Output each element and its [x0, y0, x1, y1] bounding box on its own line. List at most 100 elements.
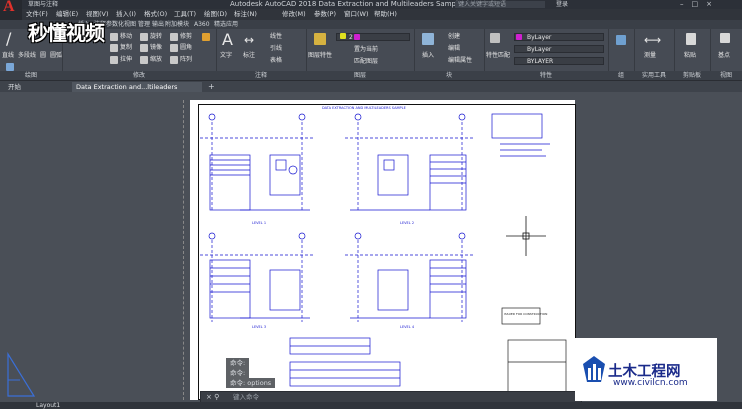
panel-layers-label[interactable]: 图层	[306, 71, 414, 80]
tool-text[interactable]: 文字	[220, 52, 232, 60]
measure-icon[interactable]: ⟷	[644, 32, 661, 48]
tool-leader[interactable]: 引线	[270, 45, 282, 53]
panel-draw-label[interactable]: 绘图	[0, 71, 62, 80]
tab-addins[interactable]: 附加模块	[165, 20, 189, 29]
tool-paste[interactable]: 粘贴	[684, 52, 696, 60]
notes-box	[491, 113, 543, 139]
tool-stretch[interactable]: 拉伸	[120, 56, 132, 64]
fillet-icon[interactable]	[170, 44, 178, 52]
panel-utilities-label[interactable]: 实用工具	[634, 71, 674, 80]
stretch-icon[interactable]	[110, 56, 118, 64]
panel-groups-label[interactable]: 组	[608, 71, 634, 80]
tool-match-layer[interactable]: 匹配图层	[354, 58, 378, 66]
tool-edit-attributes[interactable]: 编辑属性	[448, 57, 472, 65]
menu-insert[interactable]: 插入(I)	[116, 9, 136, 20]
menu-window[interactable]: 窗口(W)	[344, 9, 369, 20]
tool-move[interactable]: 移动	[120, 33, 132, 41]
tool-mirror[interactable]: 镜像	[150, 44, 162, 52]
tool-fillet[interactable]: 圆角	[180, 44, 192, 52]
tab-layout1[interactable]: Layout1	[36, 402, 60, 409]
layer-dropdown[interactable]: 2	[336, 33, 410, 41]
panel-layers: 图层特性 2 置为当前 匹配图层 图层	[306, 29, 415, 80]
menu-draw[interactable]: 绘图(D)	[204, 9, 227, 20]
tab-manage[interactable]: 管理	[138, 20, 150, 29]
layer-properties-icon[interactable]	[314, 33, 326, 45]
tab-parametric[interactable]: 参数化	[106, 20, 124, 29]
trim-icon[interactable]	[170, 33, 178, 41]
tool-edit-block[interactable]: 编辑	[448, 45, 460, 53]
tool-linear[interactable]: 线性	[270, 33, 282, 41]
tool-match-properties[interactable]: 特性匹配	[486, 52, 510, 60]
tool-circle[interactable]: 圆	[40, 52, 46, 60]
panel-modify-label[interactable]: 修改	[62, 71, 216, 80]
move-icon[interactable]	[110, 33, 118, 41]
panel-utilities: ⟷ 测量 实用工具	[634, 29, 675, 80]
quick-access-workspace[interactable]: 草图与注释	[28, 0, 58, 9]
insert-block-icon[interactable]	[422, 33, 434, 45]
draw-extra-icon[interactable]	[6, 63, 14, 71]
tab-view[interactable]: 视图	[124, 20, 136, 29]
tool-set-current[interactable]: 置为当前	[354, 46, 378, 54]
menu-tools[interactable]: 工具(T)	[174, 9, 196, 20]
lineweight-dropdown[interactable]: ByLayer	[514, 45, 604, 53]
tool-rotate[interactable]: 旋转	[150, 33, 162, 41]
menu-parametric[interactable]: 参数(P)	[314, 9, 336, 20]
tool-layer-properties[interactable]: 图层特性	[308, 52, 332, 60]
issue-stamp-box	[501, 307, 541, 325]
group-icon[interactable]	[616, 35, 626, 45]
text-icon[interactable]: A	[222, 32, 233, 48]
panel-view-label[interactable]: 视图	[710, 71, 742, 80]
tool-dimension[interactable]: 标注	[243, 52, 255, 60]
site-logo-overlay: 土木工程网 www.civilcn.com	[575, 338, 717, 401]
panel-properties-label[interactable]: 特性	[484, 71, 608, 80]
panel-annotation-label[interactable]: 注释	[216, 71, 306, 80]
paste-icon[interactable]	[686, 33, 696, 45]
tab-output[interactable]: 输出	[152, 20, 164, 29]
window-title: Autodesk AutoCAD 2018 Data Extraction an…	[230, 0, 480, 8]
view-label-1: LEVEL 1	[252, 221, 266, 225]
tool-copy[interactable]: 复制	[120, 44, 132, 52]
tool-trim[interactable]: 修剪	[180, 33, 192, 41]
basepoint-icon[interactable]	[720, 33, 730, 43]
doc-tab-active[interactable]: Data Extraction and...ltileaders Sample*	[72, 82, 202, 101]
linetype-dropdown[interactable]: BYLAYER	[514, 57, 604, 65]
application-menu-button[interactable]: A	[0, 0, 22, 20]
menu-format[interactable]: 格式(O)	[144, 9, 167, 20]
video-watermark: 秒懂视频	[28, 21, 105, 45]
copy-icon[interactable]	[110, 44, 118, 52]
menu-modify[interactable]: 修改(M)	[282, 9, 306, 20]
doc-tab-start[interactable]: 开始	[4, 82, 64, 92]
scale-icon[interactable]	[140, 56, 148, 64]
ribbon: / 直线 多段线 圆 圆弧 绘图 移动 旋转 修剪 复制 镜像 圆角 拉伸 缩放…	[0, 29, 742, 81]
rotate-icon[interactable]	[140, 33, 148, 41]
tool-table[interactable]: 表格	[270, 57, 282, 65]
tool-measure[interactable]: 测量	[644, 52, 656, 60]
search-input[interactable]: 键入关键字或短语	[455, 1, 545, 8]
tool-basepoint[interactable]: 基点	[718, 52, 730, 60]
erase-icon[interactable]	[202, 33, 210, 41]
tool-insert[interactable]: 插入	[422, 52, 434, 60]
panel-clipboard-label[interactable]: 剪贴板	[674, 71, 710, 80]
tool-scale[interactable]: 缩放	[150, 56, 162, 64]
layout-tab-bar: Layout1	[0, 402, 742, 409]
tool-polyline[interactable]: 多段线	[18, 52, 36, 60]
tab-a360[interactable]: A360	[194, 20, 210, 29]
match-properties-icon[interactable]	[490, 33, 500, 43]
line-icon[interactable]: /	[6, 31, 11, 47]
dimension-icon[interactable]: ↔	[244, 32, 254, 48]
tool-line[interactable]: 直线	[2, 52, 14, 60]
panel-block-label[interactable]: 块	[414, 71, 484, 80]
color-dropdown[interactable]: ByLayer	[514, 33, 604, 41]
sign-in-link[interactable]: 登录	[556, 0, 568, 9]
menu-dimension[interactable]: 标注(N)	[234, 9, 257, 20]
tab-featured-apps[interactable]: 精选应用	[214, 20, 238, 29]
menu-help[interactable]: 帮助(H)	[374, 9, 397, 20]
tool-create-block[interactable]: 创建	[448, 33, 460, 41]
mirror-icon[interactable]	[140, 44, 148, 52]
array-icon[interactable]	[170, 56, 178, 64]
window-controls[interactable]: –□×	[680, 0, 720, 9]
tool-arc[interactable]: 圆弧	[50, 52, 62, 60]
panel-view: 基点 视图	[710, 29, 742, 80]
new-tab-icon[interactable]: +	[208, 81, 215, 92]
tool-array[interactable]: 阵列	[180, 56, 192, 64]
